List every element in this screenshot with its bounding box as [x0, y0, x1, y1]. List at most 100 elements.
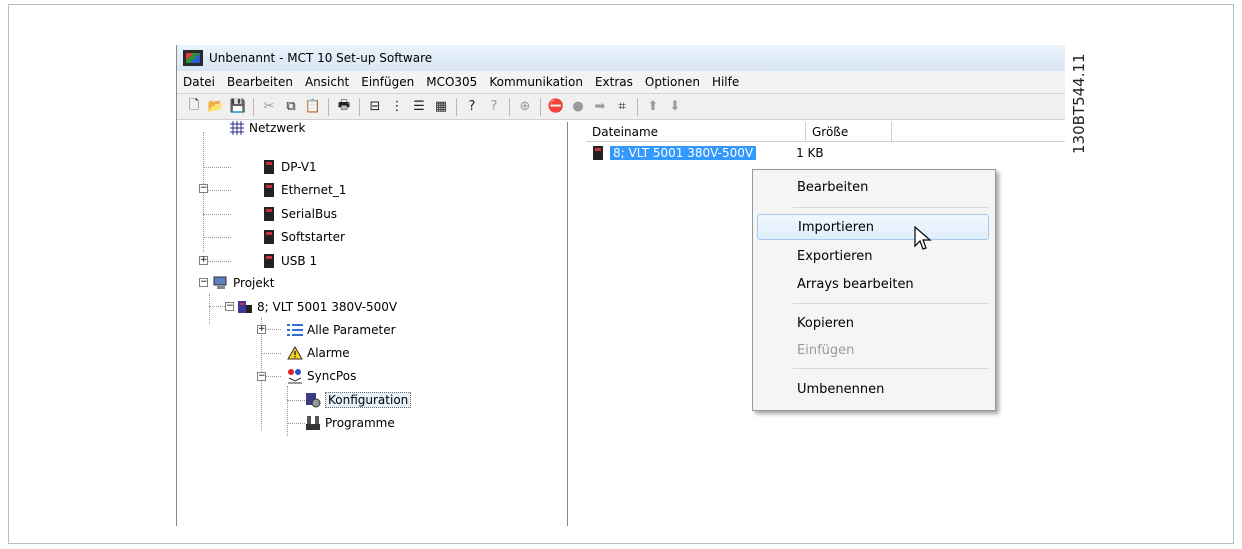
context-help-icon[interactable]: ? [485, 98, 503, 116]
tree-label: Ethernet_1 [281, 183, 347, 197]
tree-item-netzwerk[interactable]: Netzwerk [229, 119, 305, 137]
tree-label: DP-V1 [281, 160, 317, 174]
menu-item-exportieren[interactable]: Exportieren [757, 244, 989, 270]
paste-icon[interactable]: 📋 [304, 98, 322, 116]
down-arrow-icon[interactable]: ⬇ [666, 98, 684, 116]
tree-label: Konfiguration [325, 392, 412, 408]
window-title: Unbenannt - MCT 10 Set-up Software [209, 51, 433, 65]
collapse-toggle[interactable]: − [225, 302, 234, 311]
print-icon[interactable]: 🖶 [335, 98, 353, 116]
drive-device-icon [261, 182, 277, 198]
project-tree: − + − − + − Netzwerk DP-V1 Ethernet_1 Se… [177, 119, 568, 526]
tree-guide [203, 214, 231, 215]
expand-toggle[interactable]: + [199, 256, 208, 265]
toolbar-separator [456, 97, 457, 116]
column-header-size[interactable]: Größe [806, 122, 892, 142]
go-icon[interactable]: ➡ [591, 98, 609, 116]
menu-optionen[interactable]: Optionen [639, 75, 706, 89]
drive-device-icon [261, 206, 277, 222]
menu-bearbeiten[interactable]: Bearbeiten [221, 75, 299, 89]
warning-triangle-icon [287, 345, 303, 361]
menu-separator [793, 303, 989, 304]
tree-item-ethernet[interactable]: Ethernet_1 [261, 181, 346, 199]
tree-label: 8; VLT 5001 380V-500V [257, 300, 398, 314]
menu-item-umbenennen[interactable]: Umbenennen [757, 377, 989, 403]
record-icon[interactable]: ● [569, 98, 587, 116]
menu-item-importieren[interactable]: Importieren [757, 214, 989, 240]
project-computer-icon [213, 275, 229, 291]
tree-item-konfiguration[interactable]: Konfiguration [305, 391, 412, 409]
column-header-name[interactable]: Dateiname [586, 122, 806, 142]
tree-item-projekt[interactable]: Projekt [213, 274, 274, 292]
menu-hilfe[interactable]: Hilfe [706, 75, 745, 89]
drive-device-icon [261, 159, 277, 175]
menu-item-arrays-bearbeiten[interactable]: Arrays bearbeiten [757, 272, 989, 298]
menu-item-einfuegen: Einfügen [797, 343, 855, 358]
cut-icon[interactable]: ✂ [260, 98, 278, 116]
small-icons-icon[interactable]: ⋮ [388, 98, 406, 116]
tree-guide [287, 400, 305, 401]
collapse-toggle[interactable]: − [199, 184, 208, 193]
tree-item-vlt-drive[interactable]: 8; VLT 5001 380V-500V [237, 298, 397, 316]
tree-item-alle-parameter[interactable]: Alle Parameter [287, 321, 396, 339]
toolbar-separator [328, 97, 329, 116]
scan-network-icon[interactable]: ⌗ [613, 98, 631, 116]
new-file-icon[interactable]: 🗋 [185, 98, 203, 116]
list-item[interactable]: 8; VLT 5001 380V-500V 1 KB [590, 144, 824, 162]
tree-item-programme[interactable]: Programme [305, 414, 395, 432]
menu-separator [793, 368, 989, 369]
save-icon[interactable]: 💾 [229, 98, 247, 116]
syncpos-icon [287, 368, 303, 384]
menu-mco305[interactable]: MCO305 [420, 75, 483, 89]
tree-item-alarme[interactable]: Alarme [287, 344, 350, 362]
tree-guide [203, 237, 231, 238]
toolbar-separator [509, 97, 510, 116]
menu-bar: Datei Bearbeiten Ansicht Einfügen MCO305… [177, 71, 1065, 94]
tree-guide [203, 167, 231, 168]
tree-label: Programme [325, 416, 395, 430]
tree-label: Alarme [307, 346, 350, 360]
collapse-toggle[interactable]: − [199, 278, 208, 287]
collapse-toggle[interactable]: − [257, 372, 266, 381]
copy-icon[interactable]: ⧉ [282, 98, 300, 116]
column-header-blank [892, 122, 1065, 142]
menu-extras[interactable]: Extras [589, 75, 639, 89]
tree-item-dpv1[interactable]: DP-V1 [261, 158, 317, 176]
menu-item-bearbeiten[interactable]: Bearbeiten [757, 175, 989, 201]
toolbar-separator [359, 97, 360, 116]
stop-icon[interactable]: ⛔ [547, 98, 565, 116]
open-folder-icon[interactable]: 📂 [207, 98, 225, 116]
menu-separator [793, 207, 989, 208]
list-view-icon[interactable]: ☰ [410, 98, 428, 116]
menu-kommunikation[interactable]: Kommunikation [483, 75, 589, 89]
tree-label: Netzwerk [249, 121, 306, 135]
file-name: 8; VLT 5001 380V-500V [610, 146, 757, 160]
tree-item-usb[interactable]: USB 1 [261, 252, 317, 270]
network-grid-icon [229, 120, 245, 136]
tree-label: SerialBus [281, 207, 338, 221]
mouse-pointer-icon [914, 226, 932, 250]
menu-item-kopieren[interactable]: Kopieren [757, 311, 989, 337]
app-logo-icon [183, 50, 203, 66]
tree-label: Alle Parameter [307, 323, 396, 337]
expand-toggle[interactable]: + [257, 325, 266, 334]
title-bar: Unbenannt - MCT 10 Set-up Software [177, 45, 1065, 71]
tree-label: USB 1 [281, 254, 318, 268]
tree-label: Projekt [233, 276, 275, 290]
menu-ansicht[interactable]: Ansicht [299, 75, 355, 89]
tree-item-serialbus[interactable]: SerialBus [261, 205, 337, 223]
connect-icon[interactable]: ⊕ [516, 98, 534, 116]
tree-item-syncpos[interactable]: SyncPos [287, 367, 356, 385]
toolbar-separator [540, 97, 541, 116]
details-view-icon[interactable]: ▦ [432, 98, 450, 116]
tree-item-softstarter[interactable]: Softstarter [261, 228, 345, 246]
toolbar-separator [637, 97, 638, 116]
menu-datei[interactable]: Datei [177, 75, 221, 89]
menu-einfuegen[interactable]: Einfügen [355, 75, 420, 89]
large-icons-icon[interactable]: ⊟ [366, 98, 384, 116]
context-menu: Bearbeiten Importieren Exportieren Array… [752, 169, 996, 411]
up-arrow-icon[interactable]: ⬆ [644, 98, 662, 116]
tree-guide [287, 386, 288, 436]
configuration-icon [305, 392, 321, 408]
help-icon[interactable]: ? [463, 98, 481, 116]
